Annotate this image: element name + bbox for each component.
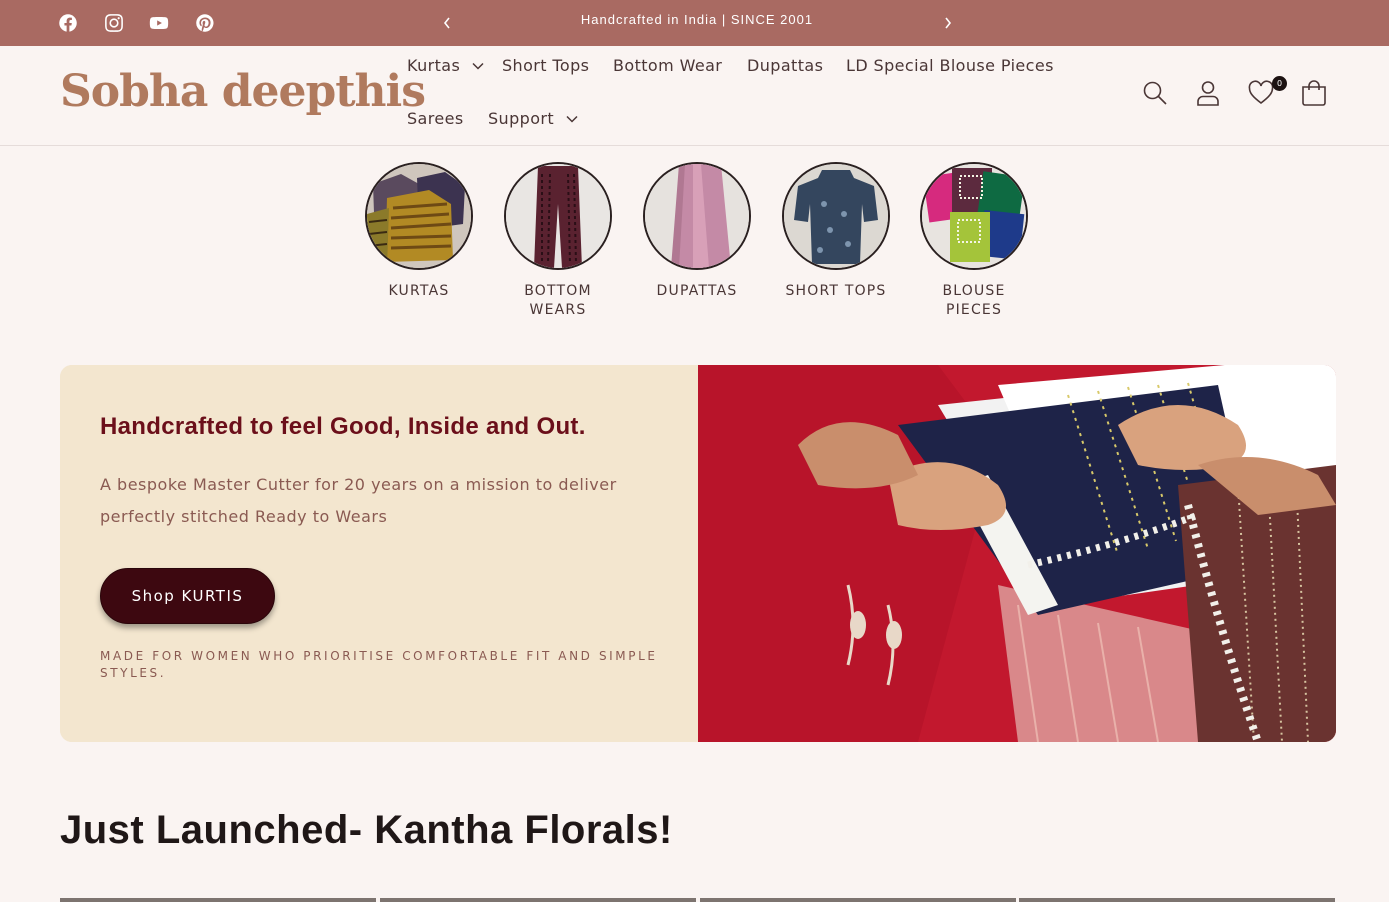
hero-title: Handcrafted to feel Good, Inside and Out… <box>100 413 586 440</box>
product-card[interactable] <box>60 898 376 902</box>
account-icon[interactable] <box>1193 78 1223 108</box>
chevron-left-icon <box>443 17 450 29</box>
category-bottom-wears-image <box>504 162 612 270</box>
pinterest-icon[interactable] <box>194 12 216 34</box>
nav-ld-special-blouse-pieces[interactable]: LD Special Blouse Pieces <box>846 56 1054 75</box>
nav-kurtas[interactable]: Kurtas <box>407 56 484 75</box>
instagram-icon[interactable] <box>103 12 125 34</box>
category-kurtas[interactable]: KURTAS <box>359 162 479 301</box>
category-blouse-pieces-image <box>920 162 1028 270</box>
nav-label: Short Tops <box>502 56 590 75</box>
category-blouse-pieces[interactable]: BLOUSE PIECES <box>914 162 1034 320</box>
announcement-prev-button[interactable] <box>439 14 455 32</box>
shop-kurtis-button[interactable]: Shop KURTIS <box>100 568 275 624</box>
nav-label: Support <box>488 109 555 128</box>
nav-label: Bottom Wear <box>613 56 723 75</box>
announcement-bar: Handcrafted in India | SINCE 2001 <box>0 0 1389 46</box>
facebook-icon[interactable] <box>57 12 79 34</box>
hero-tagline: MADE FOR WOMEN WHO PRIORITISE COMFORTABL… <box>100 649 658 680</box>
youtube-icon[interactable] <box>148 12 170 34</box>
hero-description: A bespoke Master Cutter for 20 years on … <box>100 475 617 526</box>
section-title: Just Launched- Kantha Florals! <box>60 808 673 852</box>
nav-sarees[interactable]: Sarees <box>407 109 464 128</box>
search-icon[interactable] <box>1140 78 1170 108</box>
nav-label: Dupattas <box>747 56 824 75</box>
category-bottom-wears[interactable]: BOTTOM WEARS <box>498 162 618 320</box>
announcement-text: Handcrafted in India | SINCE 2001 <box>580 12 814 27</box>
chevron-down-icon <box>472 62 484 70</box>
nav-support[interactable]: Support <box>488 109 578 128</box>
nav-dupattas[interactable]: Dupattas <box>747 56 823 75</box>
hero-image <box>698 365 1336 742</box>
cart-icon[interactable] <box>1299 78 1329 108</box>
product-card[interactable] <box>380 898 696 902</box>
category-dupattas[interactable]: DUPATTAS <box>637 162 757 301</box>
nav-short-tops[interactable]: Short Tops <box>502 56 589 75</box>
hero-banner: Handcrafted to feel Good, Inside and Out… <box>60 365 1336 742</box>
chevron-down-icon <box>566 115 578 123</box>
category-label: DUPATTAS <box>656 283 738 299</box>
nav-label: Kurtas <box>407 56 461 75</box>
product-card[interactable] <box>700 898 1016 902</box>
nav-label: Sarees <box>407 109 464 128</box>
chevron-right-icon <box>945 17 952 29</box>
announcement-next-button[interactable] <box>940 14 956 32</box>
category-short-tops-image <box>782 162 890 270</box>
wishlist-count-badge: 0 <box>1272 76 1287 91</box>
category-label: SHORT TOPS <box>785 283 887 299</box>
category-short-tops[interactable]: SHORT TOPS <box>776 162 896 301</box>
site-logo[interactable]: Sobha deepthis <box>60 64 426 120</box>
product-card[interactable] <box>1019 898 1335 902</box>
category-kurtas-image <box>365 162 473 270</box>
nav-label: LD Special Blouse Pieces <box>846 56 1054 75</box>
category-label: BLOUSE PIECES <box>942 283 1006 318</box>
nav-bottom-wear[interactable]: Bottom Wear <box>613 56 722 75</box>
category-dupattas-image <box>643 162 751 270</box>
category-label: KURTAS <box>388 283 450 299</box>
category-label: BOTTOM WEARS <box>524 283 592 318</box>
hero-text-panel: Handcrafted to feel Good, Inside and Out… <box>60 365 698 742</box>
site-header: Sobha deepthis Kurtas Short Tops Bottom … <box>0 46 1389 146</box>
